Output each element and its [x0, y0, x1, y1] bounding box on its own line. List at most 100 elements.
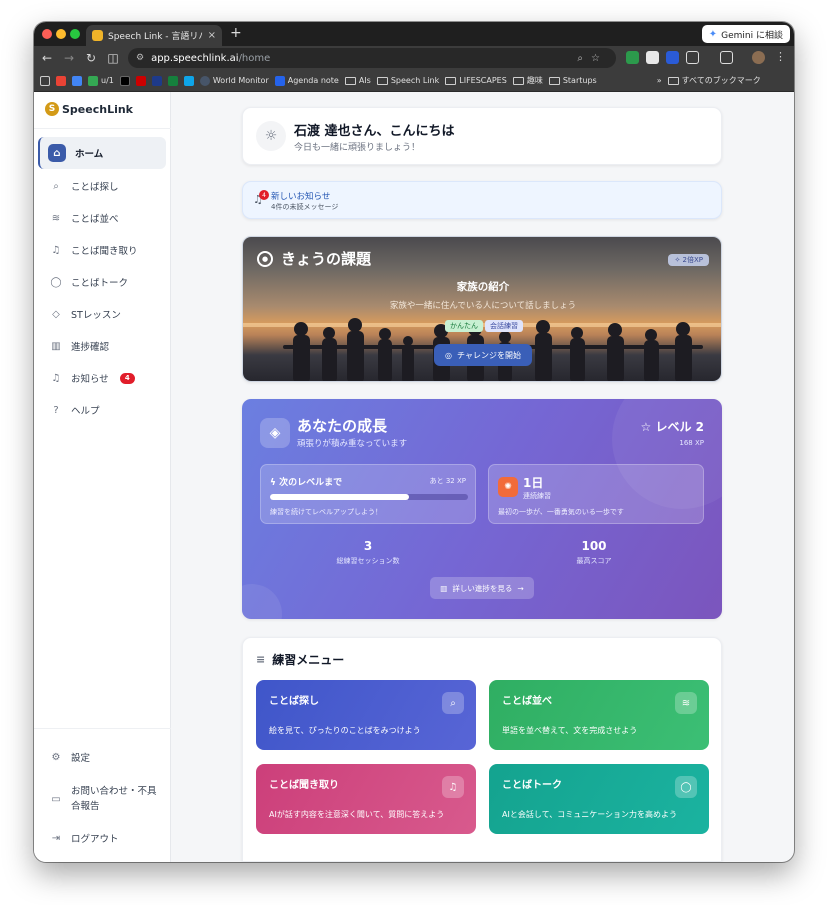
- menu-card-description: 単語を並べ替えて、文を完成させよう: [502, 726, 638, 735]
- level-label: レベル 2: [655, 420, 704, 434]
- browser-menu-icon[interactable]: ⋮: [775, 50, 786, 63]
- bookmark-favicon-icon[interactable]: [72, 75, 82, 86]
- apps-grid-icon[interactable]: [40, 75, 50, 86]
- bookmark-favicon-icon[interactable]: [151, 75, 162, 86]
- wind-icon: ≡: [256, 653, 266, 666]
- bookmark-folder[interactable]: LIFESCAPES: [445, 76, 507, 85]
- browser-toolbar: ← → ↻ ◫ ⚙ app.speechlink.ai/home ⌕☆ ⋮: [34, 46, 794, 70]
- app-logo[interactable]: S SpeechLink: [45, 102, 133, 116]
- sidebar-item-st-lesson[interactable]: ◇ STレッスン: [38, 298, 166, 330]
- close-window-button[interactable]: [42, 29, 52, 39]
- site-info-icon[interactable]: ⚙: [136, 53, 144, 63]
- menu-card-title: ことばトーク: [502, 780, 562, 791]
- greeting-title: 石渡 達也さん、こんにちは: [294, 124, 455, 139]
- bookmark-label: u/1: [101, 76, 114, 85]
- menu-card-word-order[interactable]: ことば並べ ≋ 単語を並べ替えて、文を完成させよう: [489, 680, 709, 750]
- maximize-window-button[interactable]: [70, 29, 80, 39]
- globe-icon: [199, 75, 210, 86]
- bookmark-item[interactable]: World Monitor: [199, 75, 269, 86]
- challenge-heading: ● きょうの課題: [257, 248, 371, 269]
- tab-search-icon[interactable]: [720, 51, 733, 64]
- notification-title: 新しいお知らせ: [271, 192, 331, 202]
- menu-card-word-search[interactable]: ことば探し ⌕ 絵を見て、ぴったりのことばをみつけよう: [256, 680, 476, 750]
- reload-icon[interactable]: ↻: [80, 51, 102, 65]
- sidebar-item-label: 進捗確認: [71, 342, 110, 353]
- sidebar-item-progress[interactable]: ▥ 進捗確認: [38, 330, 166, 362]
- challenge-heading-text: きょうの課題: [281, 250, 372, 268]
- browser-tab[interactable]: Speech Link - 言語リハビリ支援 ×: [86, 25, 222, 46]
- new-tab-button[interactable]: +: [230, 25, 242, 41]
- best-score-stat: 100 最高スコア: [514, 539, 674, 566]
- folder-icon: [667, 76, 679, 85]
- sidebar-item-feedback[interactable]: ▭ お問い合わせ・不具合報告: [38, 776, 166, 822]
- growth-subtitle: 頑張りが積み重なっています: [297, 439, 408, 449]
- profile-avatar[interactable]: [752, 51, 765, 64]
- bookmark-favicon-icon[interactable]: [183, 75, 194, 86]
- tab-close-icon[interactable]: ×: [208, 30, 216, 41]
- gemini-label: Gemini に相談: [721, 30, 783, 41]
- address-bar[interactable]: ⚙ app.speechlink.ai/home ⌕☆: [128, 48, 616, 68]
- view-progress-button[interactable]: ▥ 詳しい進捗を見る →: [430, 577, 534, 599]
- extension-icon[interactable]: [646, 51, 659, 64]
- url-path: /home: [238, 52, 271, 64]
- target-icon: ●: [257, 250, 273, 267]
- menu-card-word-talk[interactable]: ことばトーク ◯ AIと会話して、コミュニケーション力を高めよう: [489, 764, 709, 834]
- bookmark-item[interactable]: u/1: [88, 75, 114, 86]
- speechlink-logo-icon: S: [45, 102, 59, 116]
- menu-card-title: ことば聞き取り: [269, 780, 339, 791]
- next-level-title: ϟ 次のレベルまで: [270, 475, 342, 488]
- back-icon[interactable]: ←: [36, 51, 58, 65]
- search-icon: ⌕: [53, 180, 59, 192]
- streak-note: 最初の一歩が、一番勇気のいる一歩です: [498, 508, 624, 516]
- sidebar-item-label: ログアウト: [71, 834, 119, 845]
- greeting-subtitle: 今日も一緒に頑張りましょう！: [294, 143, 421, 153]
- extensions-puzzle-icon[interactable]: [686, 51, 699, 64]
- level-display: ☆ レベル 2: [641, 418, 704, 435]
- sidebar-item-word-listening[interactable]: ♫ ことば聞き取り: [38, 234, 166, 266]
- sidebar: S SpeechLink ⌂ ホーム ⌕ ことば探し ≋ ことば並べ ♫ ことば…: [34, 92, 171, 862]
- bookmark-folder[interactable]: Speech Link: [376, 76, 439, 85]
- x-logo-icon[interactable]: [119, 75, 130, 86]
- url-host: app.speechlink.ai: [151, 52, 239, 64]
- sidebar-item-notifications[interactable]: ♫ お知らせ 4: [38, 362, 166, 394]
- practice-menu: ≡ 練習メニュー ことば探し ⌕ 絵を見て、ぴったりのことばをみつけよう ことば…: [242, 637, 722, 862]
- bookmark-folder[interactable]: Startups: [548, 76, 597, 85]
- notification-banner[interactable]: ♫ 4 新しいお知らせ 4件の未読メッセージ: [242, 181, 722, 219]
- practice-menu-title: 練習メニュー: [272, 653, 345, 667]
- sidebar-item-word-search[interactable]: ⌕ ことば探し: [38, 170, 166, 202]
- sidepanel-icon[interactable]: ◫: [102, 51, 124, 65]
- extension-icon[interactable]: [666, 51, 679, 64]
- extension-icon[interactable]: [626, 51, 639, 64]
- forward-icon[interactable]: →: [58, 51, 80, 65]
- menu-card-title: ことば探し: [269, 696, 319, 707]
- folder-icon: [512, 76, 524, 85]
- sidebar-item-label: お知らせ: [71, 374, 109, 385]
- bookmark-favicon-icon[interactable]: [56, 75, 66, 86]
- headphones-icon: ♫: [442, 776, 464, 798]
- cnn-logo-icon[interactable]: [135, 75, 146, 86]
- sidebar-item-home[interactable]: ⌂ ホーム: [38, 137, 166, 169]
- sidebar-item-settings[interactable]: ⚙ 設定: [38, 741, 166, 773]
- challenge-description: 家族や一緒に住んでいる人について話しましょう: [389, 301, 577, 311]
- bookmark-item[interactable]: Agenda note: [274, 75, 339, 86]
- all-bookmarks-folder[interactable]: すべてのブックマーク: [667, 75, 761, 86]
- level-progress-bar: [270, 494, 468, 500]
- category-tag: 会話練習: [485, 320, 523, 332]
- omnibox-actions-icon[interactable]: ⌕☆: [577, 53, 608, 64]
- folder-icon: [445, 76, 457, 85]
- sidebar-item-word-order[interactable]: ≋ ことば並べ: [38, 202, 166, 234]
- sidebar-item-word-talk[interactable]: ◯ ことばトーク: [38, 266, 166, 298]
- gemini-button[interactable]: ✦ Gemini に相談: [701, 25, 790, 43]
- menu-card-word-listening[interactable]: ことば聞き取り ♫ AIが話す内容を注意深く聞いて、質問に答えよう: [256, 764, 476, 834]
- sidebar-item-help[interactable]: ? ヘルプ: [38, 394, 166, 426]
- bookmark-favicon-icon[interactable]: [167, 75, 178, 86]
- tab-bar: Speech Link - 言語リハビリ支援 × + ✦ Gemini に相談: [34, 22, 794, 46]
- bookmark-folder[interactable]: 趣味: [512, 75, 543, 86]
- sidebar-item-logout[interactable]: ⇥ ログアウト: [38, 822, 166, 854]
- greeting-card: ☼ 石渡 達也さん、こんにちは 今日も一緒に頑張りましょう！: [242, 107, 722, 165]
- menu-card-description: 絵を見て、ぴったりのことばをみつけよう: [269, 726, 421, 735]
- bookmarks-overflow[interactable]: »: [657, 76, 662, 85]
- bookmark-folder[interactable]: AIs: [344, 76, 371, 85]
- minimize-window-button[interactable]: [56, 29, 66, 39]
- start-challenge-button[interactable]: ◎ チャレンジを開始: [434, 344, 532, 366]
